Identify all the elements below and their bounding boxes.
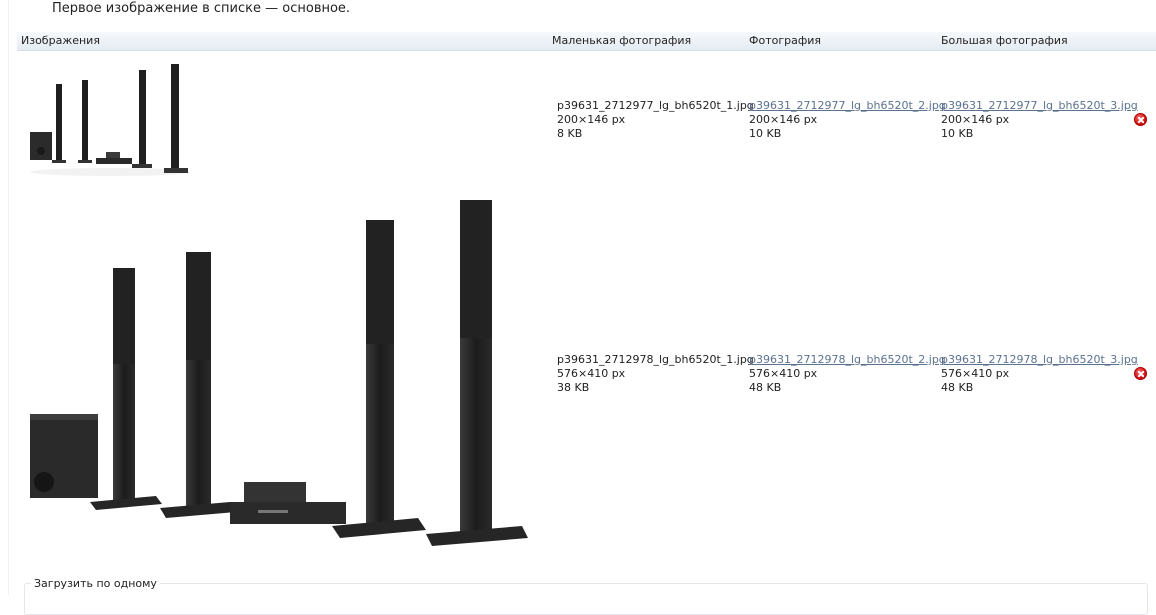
small-photo-size: 8 KB (557, 127, 583, 140)
photo-dimensions: 200×146 px (749, 113, 818, 126)
left-border (8, 0, 9, 595)
product-thumbnail-small (30, 64, 190, 176)
table-header: Изображения Маленькая фотография Фотогра… (17, 32, 1156, 51)
photo-size: 48 KB (749, 381, 782, 394)
header-images: Изображения (21, 34, 100, 47)
large-photo-size: 48 KB (941, 381, 974, 394)
delete-icon[interactable] (1134, 367, 1147, 380)
product-photo-large (30, 200, 528, 546)
large-photo-file-link[interactable]: p39631_2712977_lg_bh6520t_3.jpg (941, 99, 1138, 112)
small-photo-dimensions: 576×410 px (557, 367, 626, 380)
delete-icon[interactable] (1134, 113, 1147, 126)
upload-one-legend: Загрузить по одному (31, 577, 160, 590)
main-image-hint: Первое изображение в списке — основное. (52, 1, 351, 16)
photo-size: 10 KB (749, 127, 782, 140)
large-photo-file-link[interactable]: p39631_2712978_lg_bh6520t_3.jpg (941, 353, 1138, 366)
header-large-photo: Большая фотография (941, 34, 1068, 47)
header-small-photo: Маленькая фотография (552, 34, 692, 47)
small-photo-dimensions: 200×146 px (557, 113, 626, 126)
large-photo-dimensions: 576×410 px (941, 367, 1010, 380)
large-photo-dimensions: 200×146 px (941, 113, 1010, 126)
header-photo: Фотография (749, 34, 822, 47)
photo-file-link[interactable]: p39631_2712978_lg_bh6520t_2.jpg (749, 353, 946, 366)
photo-file-link[interactable]: p39631_2712977_lg_bh6520t_2.jpg (749, 99, 946, 112)
small-photo-filename: p39631_2712978_lg_bh6520t_1.jpg (557, 353, 754, 366)
small-photo-size: 38 KB (557, 381, 590, 394)
small-photo-filename: p39631_2712977_lg_bh6520t_1.jpg (557, 99, 754, 112)
large-photo-size: 10 KB (941, 127, 974, 140)
photo-dimensions: 576×410 px (749, 367, 818, 380)
upload-one-fieldset (24, 583, 1148, 615)
